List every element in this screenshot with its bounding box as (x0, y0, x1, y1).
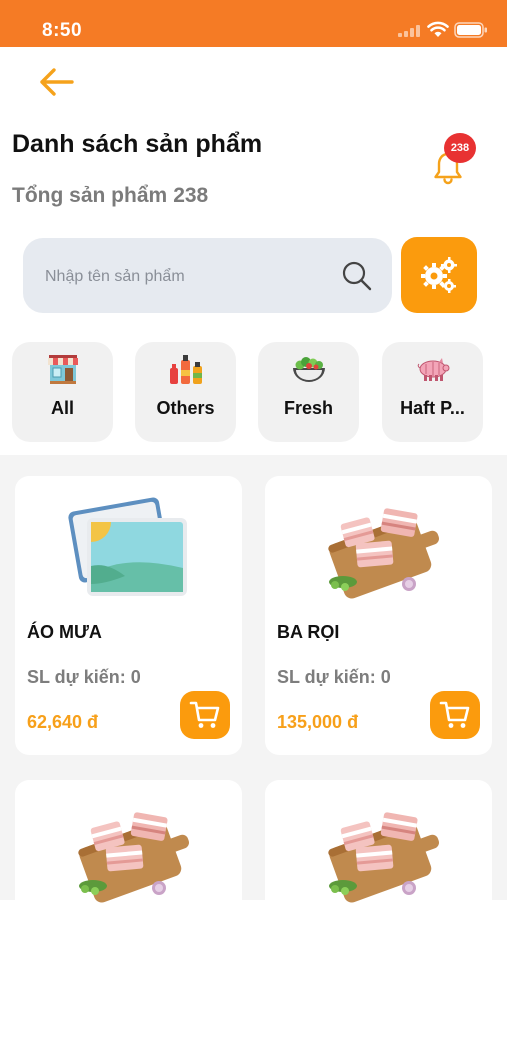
status-time: 8:50 (42, 20, 83, 41)
product-price: 62,640 đ (27, 712, 99, 732)
category-list: All Others Fresh Haft P... (0, 342, 507, 442)
arrow-left-icon (40, 68, 74, 96)
add-to-cart-button[interactable] (180, 691, 230, 739)
product-card[interactable] (15, 780, 242, 1059)
pork-belly-image (328, 508, 439, 599)
search-bar (23, 238, 392, 315)
total-products-count: 238 (173, 184, 209, 207)
filter-settings-button[interactable] (401, 237, 477, 313)
product-name: ÁO MƯA (27, 622, 102, 642)
page-title: Danh sách sản phẩm (12, 130, 263, 158)
product-card[interactable] (265, 780, 492, 1059)
pig-icon (417, 358, 449, 381)
total-products-label: Tổng sản phẩm (12, 184, 168, 207)
cart-icon (189, 701, 220, 728)
product-quantity: SL dự kiến: 0 (27, 667, 141, 687)
gears-icon (421, 257, 457, 293)
product-card[interactable]: ÁO MƯA SL dự kiến: 0 62,640 đ (15, 476, 242, 755)
total-products: Tổng sản phẩm 238 (12, 184, 208, 208)
store-icon (47, 355, 78, 384)
back-button[interactable] (36, 64, 76, 100)
cellular-signal-icon (398, 25, 420, 37)
product-grid: ÁO MƯA SL dự kiến: 0 62,640 đ BA RỌI SL … (0, 455, 507, 1059)
add-to-cart-button[interactable] (430, 691, 480, 739)
pork-belly-image (78, 812, 189, 903)
category-all[interactable]: All (12, 342, 113, 442)
search-input[interactable] (43, 238, 337, 315)
category-fresh[interactable]: Fresh (258, 342, 359, 442)
search-icon[interactable] (341, 260, 373, 292)
category-others[interactable]: Others (135, 342, 236, 442)
cart-icon (439, 701, 470, 728)
product-name: BA RỌI (277, 622, 340, 642)
product-quantity: SL dự kiến: 0 (277, 667, 391, 687)
category-label: All (50, 398, 74, 418)
status-bar: 8:50 (0, 0, 507, 47)
bottles-icon (169, 355, 202, 384)
notification-badge: 238 (444, 133, 476, 163)
category-label: Haft P... (400, 398, 465, 418)
category-label: Others (156, 398, 215, 418)
pork-belly-image (328, 812, 439, 903)
category-label: Fresh (283, 398, 334, 418)
product-card[interactable]: BA RỌI SL dự kiến: 0 135,000 đ (265, 476, 492, 755)
wifi-icon (427, 21, 449, 37)
placeholder-image-icon (68, 497, 187, 596)
battery-icon (454, 22, 487, 38)
product-price: 135,000 đ (277, 712, 359, 732)
category-haft-p[interactable]: Haft P... (382, 342, 483, 442)
salad-bowl-icon (292, 357, 325, 382)
